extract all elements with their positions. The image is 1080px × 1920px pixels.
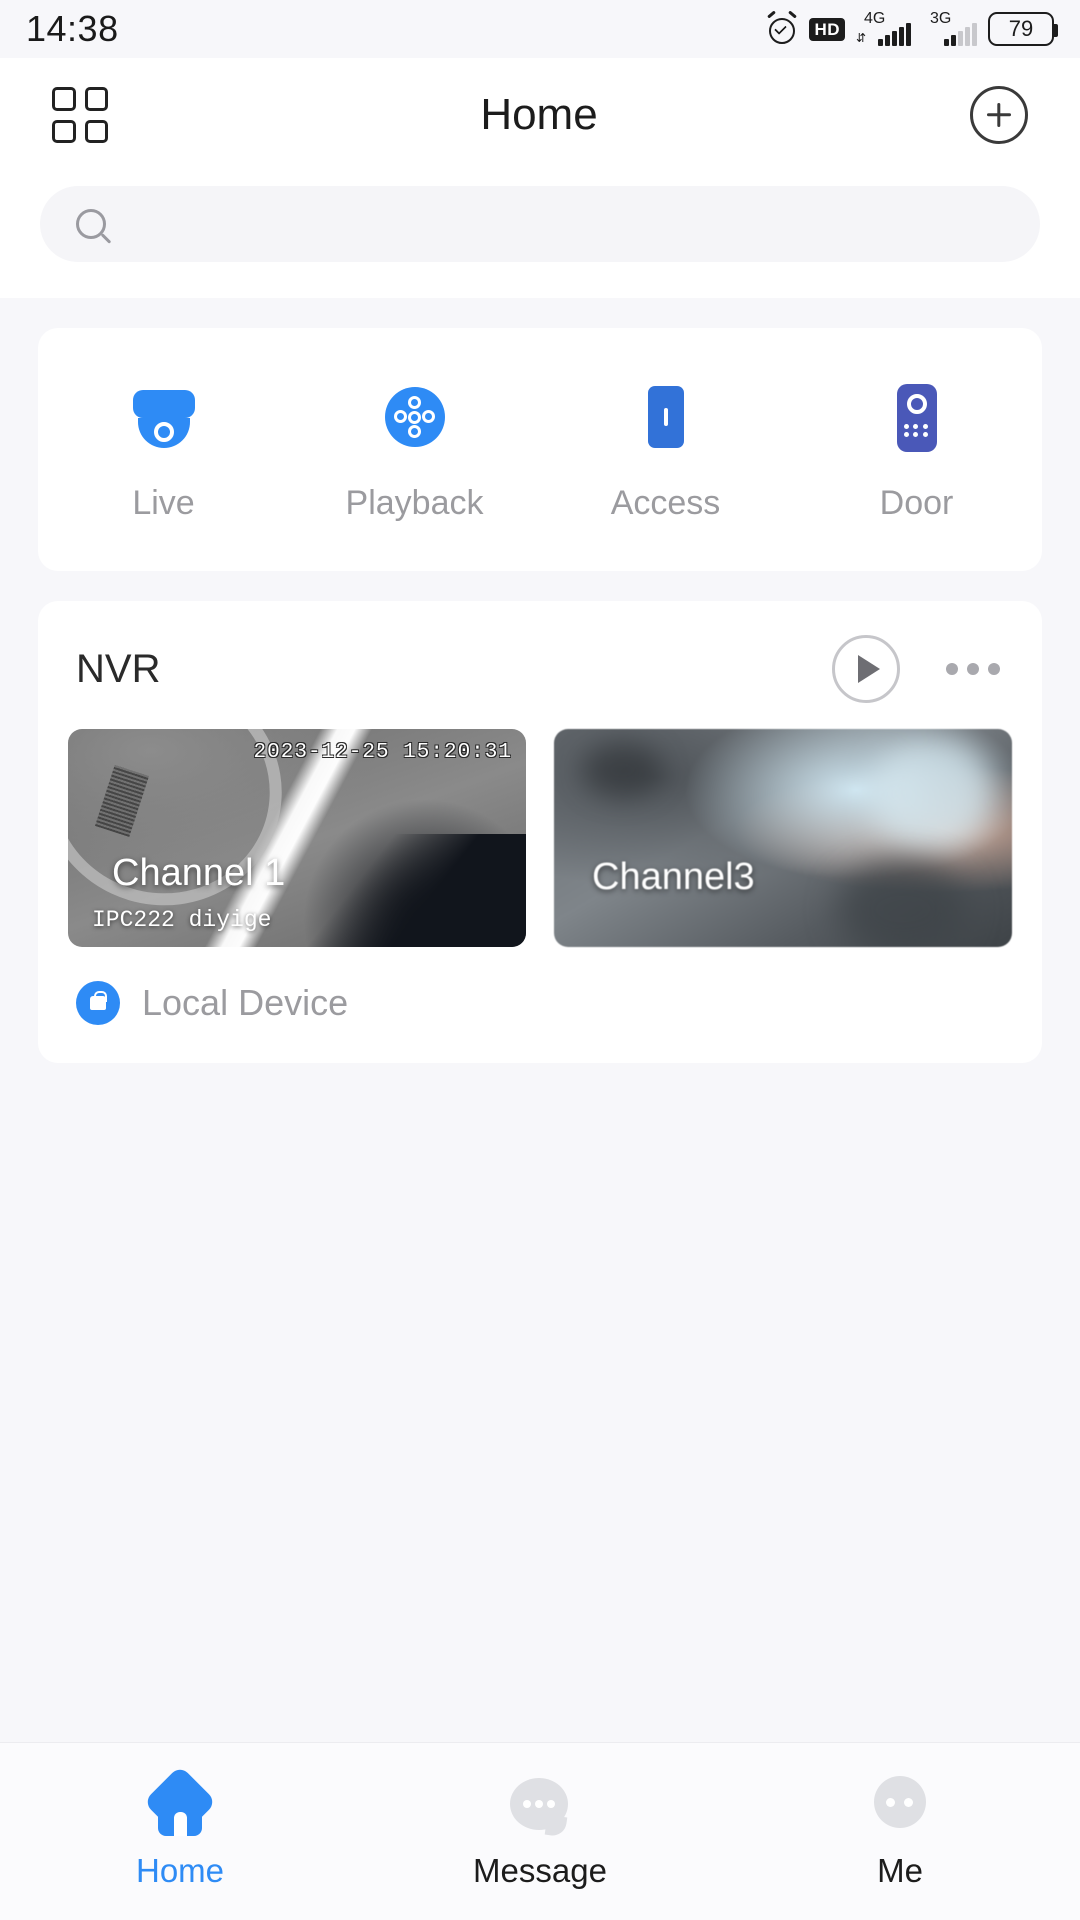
- bottom-tab-bar: Home Message Me: [0, 1742, 1080, 1920]
- app-header: Home: [0, 58, 1080, 172]
- quick-actions-card: Live Playback Access Door: [38, 328, 1042, 571]
- quick-action-label: Door: [879, 484, 954, 522]
- search-input[interactable]: [124, 207, 1004, 241]
- alarm-clock-icon: [766, 10, 798, 45]
- device-card-nvr: NVR 2023-12-25 15:20:31 Channel 1 IPC222…: [38, 601, 1042, 1063]
- status-bar: 14:38 HD 4G ⇵ 3G 79: [0, 0, 1080, 58]
- home-icon: [143, 1764, 217, 1839]
- quick-action-playback[interactable]: Playback: [289, 380, 540, 523]
- tab-label: Me: [877, 1851, 923, 1889]
- hd-badge-icon: HD: [809, 17, 845, 41]
- quick-action-label: Playback: [345, 484, 484, 522]
- local-device-row[interactable]: Local Device: [68, 947, 1012, 1033]
- channel-timestamp: 2023-12-25 15:20:31: [253, 741, 512, 764]
- quick-action-door[interactable]: Door: [791, 380, 1042, 523]
- channel-thumbnail-1[interactable]: 2023-12-25 15:20:31 Channel 1 IPC222 diy…: [68, 729, 526, 947]
- tab-me[interactable]: Me: [720, 1774, 1080, 1890]
- quick-action-label: Access: [610, 484, 721, 522]
- status-indicators: HD 4G ⇵ 3G 79: [766, 10, 1058, 46]
- person-icon: [866, 1774, 934, 1838]
- tab-label: Home: [135, 1851, 225, 1889]
- tab-label: Message: [473, 1851, 607, 1889]
- door-intercom-icon: [880, 380, 954, 454]
- tab-home[interactable]: Home: [0, 1764, 360, 1890]
- channel-thumbnails: 2023-12-25 15:20:31 Channel 1 IPC222 diy…: [68, 729, 1012, 947]
- grid-menu-icon[interactable]: [52, 87, 108, 143]
- device-name: NVR: [76, 646, 161, 691]
- search-section: [0, 172, 1080, 298]
- data-arrows-icon: ⇵: [856, 31, 867, 45]
- status-time: 14:38: [26, 8, 119, 49]
- main-content: Live Playback Access Door NVR 2023-12-25…: [0, 328, 1080, 1063]
- network-label-4g: 4G: [864, 10, 886, 27]
- tab-message[interactable]: Message: [360, 1774, 720, 1890]
- channel-thumbnail-3[interactable]: Channel3: [554, 729, 1012, 947]
- channel-name: Channel 1: [112, 852, 286, 894]
- battery-level: 79: [1008, 16, 1034, 41]
- quick-action-live[interactable]: Live: [38, 380, 289, 523]
- channel-subtitle: IPC222 diyige: [92, 907, 272, 933]
- message-icon: [506, 1774, 574, 1838]
- add-plus-icon[interactable]: [970, 86, 1028, 144]
- network-label-3g: 3G: [930, 10, 952, 27]
- dome-camera-icon: [127, 380, 201, 454]
- search-bar[interactable]: [40, 186, 1040, 262]
- quick-action-label: Live: [132, 484, 195, 522]
- signal-3g-icon: 3G: [922, 10, 977, 46]
- cloud-lock-icon: [76, 981, 120, 1025]
- channel-name: Channel3: [592, 856, 755, 898]
- signal-4g-icon: 4G ⇵: [856, 10, 911, 46]
- quick-action-access[interactable]: Access: [540, 380, 791, 523]
- local-device-label: Local Device: [142, 982, 349, 1023]
- playback-circle-icon: [378, 380, 452, 454]
- search-icon: [76, 209, 106, 239]
- device-actions: [832, 635, 1004, 703]
- battery-icon: 79: [988, 12, 1058, 46]
- access-door-icon: [629, 380, 703, 454]
- play-icon[interactable]: [832, 635, 900, 703]
- more-options-icon[interactable]: [942, 653, 1004, 685]
- page-title: Home: [480, 90, 598, 139]
- device-header: NVR: [68, 635, 1012, 729]
